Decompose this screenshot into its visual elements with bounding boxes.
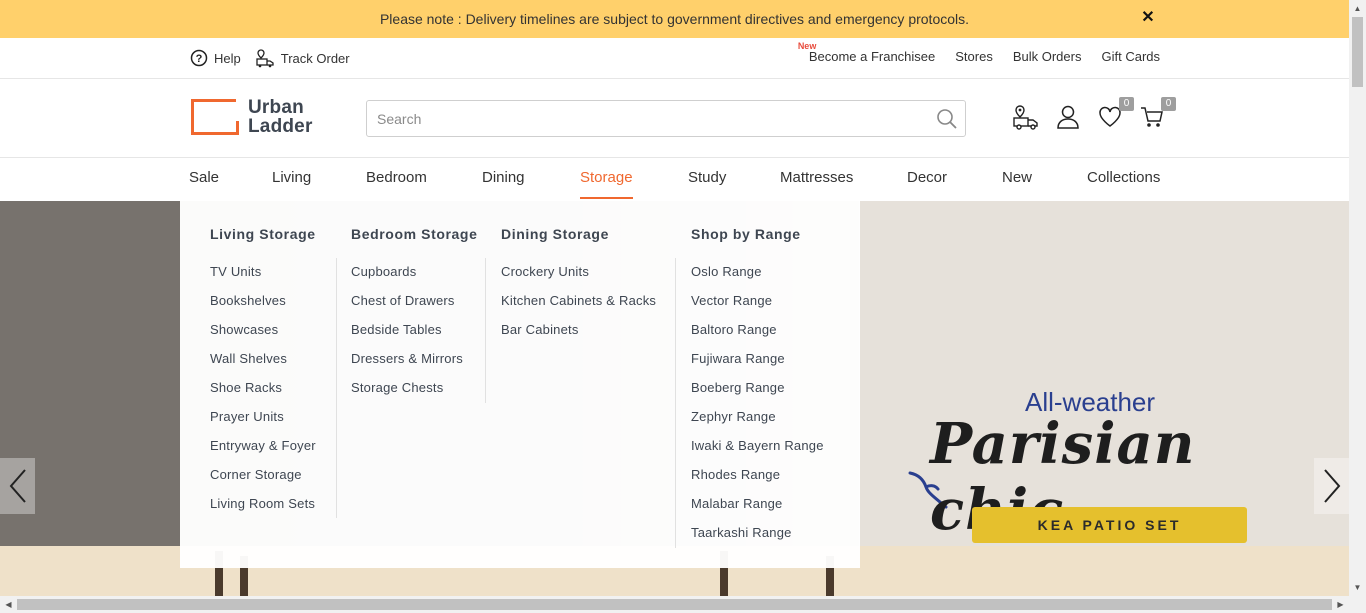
track-order-label: Track Order: [280, 50, 350, 66]
scrollbar-thumb[interactable]: [1352, 17, 1363, 87]
track-order-icon: [256, 49, 274, 68]
nav-bedroom[interactable]: Bedroom: [366, 169, 427, 186]
close-icon[interactable]: ✕: [1140, 10, 1156, 26]
main-header: Urban Ladder 0 0: [0, 79, 1349, 158]
nav-study[interactable]: Study: [688, 169, 726, 186]
menu-item[interactable]: Storage Chests: [351, 380, 477, 409]
help-link[interactable]: ? Help: [190, 49, 241, 67]
menu-item[interactable]: Taarkashi Range: [691, 525, 824, 554]
menu-item[interactable]: Baltoro Range: [691, 322, 824, 351]
search-icon[interactable]: [935, 107, 959, 136]
nav-mattresses[interactable]: Mattresses: [780, 169, 853, 186]
bulk-orders-link[interactable]: Bulk Orders: [1013, 49, 1082, 64]
utility-bar: ? Help Track Order New Become a Franchis…: [0, 38, 1349, 79]
menu-item[interactable]: Kitchen Cabinets & Racks: [501, 293, 656, 322]
nav-storage[interactable]: Storage: [580, 169, 633, 199]
menu-item[interactable]: Prayer Units: [210, 409, 316, 438]
menu-item[interactable]: Cupboards: [351, 264, 477, 293]
carousel-next-arrow[interactable]: [1314, 458, 1349, 514]
search-box: [366, 100, 966, 137]
shop-by-range-column: Shop by Range Oslo Range Vector Range Ba…: [691, 226, 824, 554]
logo-mark: [191, 99, 239, 135]
franchise-link[interactable]: New Become a Franchisee: [798, 41, 936, 64]
bedroom-storage-column: Bedroom Storage Cupboards Chest of Drawe…: [351, 226, 477, 409]
menu-item[interactable]: Chest of Drawers: [351, 293, 477, 322]
menu-item[interactable]: Bar Cabinets: [501, 322, 656, 351]
menu-item[interactable]: Dressers & Mirrors: [351, 351, 477, 380]
scroll-down-icon[interactable]: ▼: [1349, 579, 1366, 596]
carousel-prev-arrow[interactable]: [0, 458, 35, 514]
track-order-link[interactable]: Track Order: [255, 48, 350, 68]
cart-count-badge: 0: [1161, 97, 1176, 111]
menu-item[interactable]: Corner Storage: [210, 467, 316, 496]
notice-text: Please note : Delivery timelines are sub…: [379, 11, 970, 27]
menu-item[interactable]: Crockery Units: [501, 264, 656, 293]
logo-line-2: Ladder: [248, 116, 313, 137]
menu-item[interactable]: Fujiwara Range: [691, 351, 824, 380]
wishlist-icon[interactable]: 0: [1096, 97, 1134, 131]
menu-item[interactable]: Iwaki & Bayern Range: [691, 438, 824, 467]
scroll-left-icon[interactable]: ◀: [0, 596, 17, 613]
storage-mega-menu: Living Storage TV Units Bookshelves Show…: [180, 201, 860, 568]
nav-dining[interactable]: Dining: [482, 169, 525, 186]
gift-cards-link[interactable]: Gift Cards: [1101, 49, 1160, 64]
delivery-truck-icon[interactable]: [1012, 103, 1040, 131]
column-divider: [485, 258, 486, 403]
nav-new[interactable]: New: [1002, 169, 1032, 186]
menu-item[interactable]: Rhodes Range: [691, 467, 824, 496]
help-icon: ?: [190, 49, 208, 67]
svg-text:?: ?: [196, 53, 203, 65]
column-title: Bedroom Storage: [351, 226, 478, 242]
menu-item[interactable]: Vector Range: [691, 293, 824, 322]
menu-item[interactable]: Bookshelves: [210, 293, 316, 322]
scrollbar-thumb[interactable]: [17, 599, 1332, 610]
menu-item[interactable]: Oslo Range: [691, 264, 824, 293]
menu-item[interactable]: Malabar Range: [691, 496, 824, 525]
new-badge: New: [797, 41, 817, 51]
notice-bar: Please note : Delivery timelines are sub…: [0, 0, 1349, 38]
help-label: Help: [214, 50, 241, 66]
column-divider: [675, 258, 676, 548]
scroll-right-icon[interactable]: ▶: [1332, 596, 1349, 613]
menu-item[interactable]: Entryway & Foyer: [210, 438, 316, 467]
cart-icon[interactable]: 0: [1138, 97, 1176, 131]
menu-item[interactable]: Boeberg Range: [691, 380, 824, 409]
menu-item[interactable]: Living Room Sets: [210, 496, 316, 525]
logo-line-1: Urban: [248, 97, 304, 118]
horizontal-scrollbar[interactable]: ◀ ▶: [0, 596, 1349, 613]
column-title: Living Storage: [210, 226, 316, 242]
nav-sale[interactable]: Sale: [189, 169, 219, 186]
search-input[interactable]: [367, 101, 907, 136]
logo-text: Urban Ladder: [248, 98, 313, 136]
scroll-up-icon[interactable]: ▲: [1349, 0, 1366, 17]
vertical-scrollbar[interactable]: ▲ ▼: [1349, 0, 1366, 613]
living-storage-column: Living Storage TV Units Bookshelves Show…: [210, 226, 316, 525]
franchise-label: Become a Franchisee: [808, 49, 936, 64]
column-title: Dining Storage: [501, 226, 609, 242]
main-nav: Sale Living Bedroom Dining Storage Study…: [0, 158, 1349, 201]
chevron-left-icon: [9, 469, 26, 503]
menu-item[interactable]: Showcases: [210, 322, 316, 351]
menu-item[interactable]: Zephyr Range: [691, 409, 824, 438]
dining-storage-column: Dining Storage Crockery Units Kitchen Ca…: [501, 226, 656, 351]
logo[interactable]: Urban Ladder: [191, 98, 313, 136]
nav-living[interactable]: Living: [272, 169, 311, 186]
nav-collections[interactable]: Collections: [1087, 169, 1160, 186]
nav-decor[interactable]: Decor: [907, 169, 947, 186]
column-divider: [336, 258, 337, 518]
user-icon[interactable]: [1054, 103, 1082, 131]
menu-item[interactable]: TV Units: [210, 264, 316, 293]
chevron-right-icon: [1323, 469, 1340, 503]
wishlist-count-badge: 0: [1119, 97, 1134, 111]
hero-ribbon[interactable]: KEA PATIO SET: [972, 507, 1247, 543]
menu-item[interactable]: Wall Shelves: [210, 351, 316, 380]
column-title: Shop by Range: [691, 226, 801, 242]
menu-item[interactable]: Bedside Tables: [351, 322, 477, 351]
menu-item[interactable]: Shoe Racks: [210, 380, 316, 409]
stores-link[interactable]: Stores: [955, 49, 993, 64]
